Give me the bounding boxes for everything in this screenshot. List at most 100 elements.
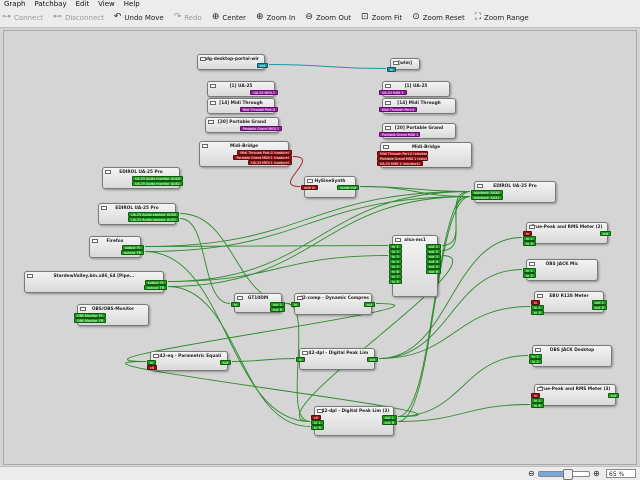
zoom-out-small-icon[interactable]: ⊖	[528, 469, 535, 478]
port-in-in-r[interactable]: in_R	[311, 425, 324, 430]
port-out-portable-grand-midi-1-capture-[interactable]: Portable Grand MIDI 1 (capture)	[233, 155, 292, 160]
port-in-in-7[interactable]: in_7	[389, 274, 402, 279]
port-in-ctl[interactable]: ctl	[147, 365, 158, 370]
port-in-in-l[interactable]: in_L	[311, 420, 324, 425]
node-peak-a[interactable]: True-Peak and RMS Meter (2) in in_L in_R out	[523, 222, 611, 246]
port-out-out-1[interactable]: out_1	[425, 244, 441, 249]
port-in-in[interactable]: in	[531, 393, 541, 398]
wire-audio[interactable]	[144, 251, 311, 422]
port-in-in-1[interactable]: in_1	[523, 268, 536, 273]
port-in-midi-in[interactable]: midi in	[301, 185, 319, 190]
port-in-playback-aux1[interactable]: playback_AUX1	[471, 195, 503, 200]
port-in-playback-aux0[interactable]: playback_AUX0	[471, 190, 503, 195]
node-obs-jack-mic[interactable]: OBS JACK Mic in_1 in_2	[523, 259, 598, 281]
port-out-midi-through-port-0-capture-[interactable]: Midi Through Port-0 (capture)	[237, 150, 292, 155]
node-portable-grand-b[interactable]: [20] Portable Grand Portable Grand MIDI 1	[379, 123, 456, 139]
port-in-in-1[interactable]: in_1	[529, 354, 542, 359]
port-in-in-r[interactable]: in_R	[531, 310, 544, 315]
wire-audio[interactable]	[231, 358, 296, 362]
node-edirol-sink[interactable]: EDIROL UA-25 Pro playback_AUX0 playback_AU…	[471, 181, 556, 203]
zoom-range-button[interactable]: ⛶ Zoom Range	[473, 9, 531, 27]
port-in-in-r[interactable]: in_R	[523, 241, 536, 246]
node-stardew[interactable]: StardewValley.bin.x86_64 [Pipe... output_…	[24, 271, 167, 293]
zoom-slider-handle[interactable]	[562, 469, 573, 480]
port-out-out[interactable]: out	[366, 357, 378, 362]
port-out-ua-25-audio-monitor-aux1[interactable]: UA-25 Audio monitor_AUX1	[131, 181, 183, 186]
menu-view[interactable]: View	[98, 0, 115, 8]
port-out-out-3[interactable]: out_3	[425, 254, 441, 259]
node-edirol-src[interactable]: EDIROL UA-25 Pro UA-25 Audio capture_AUX0…	[98, 203, 179, 225]
port-in-in[interactable]: in	[531, 300, 541, 305]
node-midi-bridge-a[interactable]: Midi-Bridge Midi Through Port-0 (capture)…	[199, 141, 292, 167]
port-out-ua-25-audio-capture-aux1[interactable]: UA-25 Audio capture_AUX1	[128, 217, 179, 222]
node-xdg-portal[interactable]: xdg-desktop-portal-wlr out	[197, 54, 268, 70]
port-in-obs-monitor-fl[interactable]: OBS Monitor_FL	[74, 313, 106, 318]
port-out-out[interactable]: out	[256, 63, 268, 68]
wire-midi[interactable]	[290, 156, 303, 187]
node-edirol-a[interactable]: EDIROL UA-25 Pro UA-25 Audio monitor_AUX0…	[102, 167, 183, 189]
port-out-output-fr[interactable]: output_FR	[144, 285, 167, 290]
port-out-out-l[interactable]: out_L	[382, 415, 397, 420]
center-button[interactable]: ⊕ Center	[210, 9, 248, 27]
port-in-in-2[interactable]: in_2	[389, 249, 402, 254]
wire-video[interactable]	[268, 64, 387, 69]
port-out-out-2[interactable]: out_2	[425, 249, 441, 254]
zoom-in-button[interactable]: ⊕ Zoom In	[254, 9, 297, 27]
menu-help[interactable]: Help	[124, 0, 140, 8]
port-in-in[interactable]: in	[523, 231, 533, 236]
undo-move-button[interactable]: ↶ Undo Move	[112, 9, 166, 27]
node-x42-dpl2[interactable]: x42-dpl - Digital Peak Lim (2) ctl in_L in_…	[311, 406, 397, 436]
port-in-midi-through-port-0[interactable]: Midi Through Port-0	[379, 107, 418, 112]
port-in-in-1[interactable]: in_1	[389, 244, 402, 249]
node-midi-through-b[interactable]: [14] Midi Through Midi Through Port-0	[379, 98, 456, 114]
node-ebu[interactable]: EBU R128 Meter in in_L in_R out_L out_R	[531, 291, 607, 315]
disconnect-button[interactable]: ⊷ Disconnect	[51, 9, 106, 27]
port-out-out-l[interactable]: out_L	[592, 300, 607, 305]
port-in-obs-monitor-fr[interactable]: OBS Monitor_FR	[74, 318, 107, 323]
port-in-in-2[interactable]: in_2	[529, 359, 542, 364]
port-out-ua-25-midi-1[interactable]: UA-25 MIDI 1	[250, 90, 278, 95]
port-out-midi-through-port-0[interactable]: Midi Through Port-0	[239, 107, 278, 112]
port-out-output-fl[interactable]: output_FL	[144, 280, 167, 285]
port-out-out[interactable]: out	[363, 302, 375, 307]
node-alsa-ms1[interactable]: alsa-ms1 in_1 in_2 in_3 in_4 in_5 in_6 in_7 in_8…	[389, 235, 441, 297]
port-out-ua-25-audio-monitor-aux0[interactable]: UA-25 Audio monitor_AUX0	[131, 176, 183, 181]
node-obs-monitor[interactable]: OBS/OBS-Monitor OBS Monitor_FL OBS Monitor…	[74, 304, 149, 326]
port-in-in[interactable]: in	[147, 360, 157, 365]
wire-audio[interactable]	[397, 355, 529, 417]
zoom-value-spinbox[interactable]: 65 %	[606, 469, 636, 478]
node-midi-through-a[interactable]: [14] Midi Through Midi Through Port-0	[207, 98, 278, 114]
node-x42-eq[interactable]: x42-eq - Parametric Equali in ctl out	[147, 351, 231, 371]
menu-graph[interactable]: Graph	[4, 0, 25, 8]
port-out-out-4[interactable]: out_4	[425, 259, 441, 264]
zoom-fit-button[interactable]: ⊡ Zoom Fit	[359, 9, 404, 27]
port-out-out[interactable]: out	[607, 393, 619, 398]
port-in-in-4[interactable]: in_4	[389, 259, 402, 264]
port-out-ua-25-audio-capture-aux0[interactable]: UA-25 Audio capture_AUX0	[128, 212, 179, 217]
node-obs-jack-desktop[interactable]: OBS JACK Desktop in_1 in_2	[529, 345, 612, 367]
redo-button[interactable]: ↷ Redo	[172, 9, 204, 27]
wire-audio[interactable]	[397, 196, 471, 422]
port-in-in[interactable]: in	[231, 302, 241, 307]
port-in-ua-25-midi-1-playback-[interactable]: UA-25 MIDI 1 (playback)	[377, 161, 423, 166]
node-x42-dpl[interactable]: x42-dpl - Digital Peak Lim in out	[296, 348, 378, 370]
port-in-portable-grand-midi-1[interactable]: Portable Grand MIDI 1	[379, 132, 420, 137]
node-ua25-a[interactable]: [1] UA-25 UA-25 MIDI 1	[207, 81, 278, 97]
zoom-out-button[interactable]: ⊖ Zoom Out	[303, 9, 353, 27]
port-in-in-r[interactable]: in_R	[531, 403, 544, 408]
port-in-midi-through-port-0-playback-[interactable]: Midi Through Port-0 (playback)	[377, 151, 428, 156]
port-in-in-l[interactable]: in_L	[523, 236, 536, 241]
port-in-in[interactable]: in	[296, 357, 306, 362]
port-out-out[interactable]: out	[599, 231, 611, 236]
port-out-out-5[interactable]: out_5	[425, 264, 441, 269]
zoom-in-small-icon[interactable]: ⊕	[593, 469, 600, 478]
node-firefox[interactable]: Firefox output_FL output_FR	[89, 236, 144, 258]
port-in-portable-grand-midi-1-playback-[interactable]: Portable Grand MIDI 1 (playback)	[377, 156, 428, 161]
port-out-audio-out[interactable]: audio out	[337, 185, 359, 190]
node-x42-comp[interactable]: x42-comp - Dynamic Compres in out	[291, 293, 375, 315]
node-gt10dm[interactable]: GT10DM in out_L out_R	[231, 293, 285, 313]
port-in-ua-25-midi-1[interactable]: UA-25 MIDI 1	[379, 90, 407, 95]
port-out-out-r[interactable]: out_R	[381, 420, 397, 425]
port-in-in-5[interactable]: in_5	[389, 264, 402, 269]
port-in-in[interactable]: in	[387, 67, 397, 72]
